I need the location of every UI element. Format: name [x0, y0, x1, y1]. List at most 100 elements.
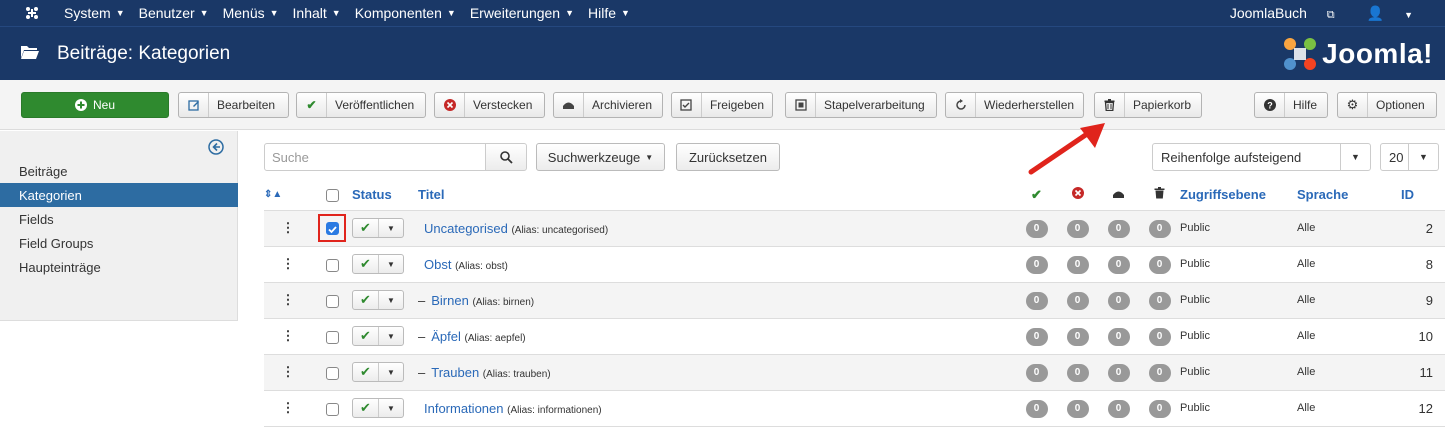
drag-handle-icon[interactable]: ⋮: [264, 317, 312, 354]
page-title: Beiträge: Kategorien: [57, 42, 231, 64]
published-count-badge[interactable]: 0: [1025, 291, 1048, 310]
unpublished-count-badge[interactable]: 0: [1066, 327, 1089, 346]
unpublished-count-badge[interactable]: 0: [1066, 219, 1089, 238]
drag-handle-icon[interactable]: ⋮: [264, 209, 312, 246]
rebuild-button[interactable]: Wiederherstellen: [945, 92, 1084, 118]
help-button[interactable]: ? Hilfe: [1254, 92, 1328, 118]
user-menu[interactable]: 👤 ▼: [1367, 5, 1429, 22]
status-header[interactable]: Status: [352, 180, 418, 210]
unpublished-count-badge[interactable]: 0: [1066, 399, 1089, 418]
row-checkbox[interactable]: [325, 330, 339, 344]
menu-components[interactable]: Komponenten ▼: [355, 5, 456, 21]
archive-icon: [1113, 191, 1124, 199]
menu-users[interactable]: Benutzer ▼: [139, 5, 209, 21]
folder-open-icon: [20, 44, 40, 63]
trashed-count-badge[interactable]: 0: [1148, 399, 1171, 418]
drag-handle-icon[interactable]: ⋮: [264, 389, 312, 427]
site-link[interactable]: JoomlaBuch ⧉: [1230, 5, 1351, 22]
row-checkbox[interactable]: [325, 366, 339, 380]
category-title-link[interactable]: Obst: [424, 257, 451, 272]
status-toggle[interactable]: ✔ ▼: [352, 218, 404, 238]
caret-down-icon: ▼: [115, 8, 125, 18]
unpublished-count-badge[interactable]: 0: [1066, 291, 1089, 310]
archived-count-badge[interactable]: 0: [1107, 255, 1130, 274]
category-title-link[interactable]: Äpfel: [431, 329, 461, 344]
publish-button[interactable]: ✔ Veröffentlichen: [296, 92, 426, 118]
status-toggle[interactable]: ✔ ▼: [352, 254, 404, 274]
sidebar-item-articles[interactable]: Beiträge: [0, 159, 238, 183]
drag-handle-icon[interactable]: ⋮: [264, 281, 312, 318]
published-count-badge[interactable]: 0: [1025, 363, 1048, 382]
category-title-link[interactable]: Informationen: [424, 401, 504, 416]
row-checkbox[interactable]: [325, 402, 339, 416]
category-title-link[interactable]: Birnen: [431, 293, 469, 308]
reset-button[interactable]: Zurücksetzen: [676, 143, 780, 171]
trashed-count-badge[interactable]: 0: [1148, 363, 1171, 382]
archived-count-badge[interactable]: 0: [1107, 219, 1130, 238]
unpublish-button[interactable]: Verstecken: [434, 92, 545, 118]
gear-icon: ⚙: [1338, 93, 1368, 117]
collapse-sidebar-icon[interactable]: [208, 139, 224, 158]
options-button[interactable]: ⚙ Optionen: [1337, 92, 1437, 118]
edit-button[interactable]: Bearbeiten: [178, 92, 289, 118]
published-count-badge[interactable]: 0: [1025, 399, 1048, 418]
refresh-icon: [946, 93, 976, 117]
id-header[interactable]: ID: [1401, 180, 1445, 210]
category-title-link[interactable]: Trauben: [431, 365, 479, 380]
menu-system[interactable]: System ▼: [64, 5, 125, 21]
checkmark-icon: ✔: [353, 255, 379, 273]
id-cell: 12: [1401, 389, 1445, 427]
search-tools-button[interactable]: Suchwerkzeuge ▼: [536, 143, 665, 171]
menu-extensions[interactable]: Erweiterungen ▼: [470, 5, 574, 21]
sidebar-item-field-groups[interactable]: Field Groups: [0, 231, 238, 255]
unpublished-count-badge[interactable]: 0: [1066, 255, 1089, 274]
select-all-checkbox[interactable]: [325, 189, 339, 203]
table-row: ⋮ ✔ ▼ Informationen (Alias: informationen…: [264, 389, 1445, 427]
language-header[interactable]: Sprache: [1297, 180, 1401, 210]
trashed-count-badge[interactable]: 0: [1148, 255, 1171, 274]
checkin-button[interactable]: Freigeben: [671, 92, 773, 118]
published-count-badge[interactable]: 0: [1025, 327, 1048, 346]
limit-select[interactable]: 20 ▼: [1380, 143, 1439, 171]
row-checkbox[interactable]: [325, 294, 339, 308]
search-button[interactable]: [485, 143, 527, 171]
archived-count-badge[interactable]: 0: [1107, 399, 1130, 418]
status-toggle[interactable]: ✔ ▼: [352, 290, 404, 310]
row-checkbox[interactable]: [325, 258, 339, 272]
trashed-count-badge[interactable]: 0: [1148, 219, 1171, 238]
archived-count-badge[interactable]: 0: [1107, 363, 1130, 382]
archive-button[interactable]: Archivieren: [553, 92, 663, 118]
new-button[interactable]: Neu: [21, 92, 169, 118]
joomla-brand: Joomla!: [1282, 36, 1433, 72]
category-title-link[interactable]: Uncategorised: [424, 221, 508, 236]
joomla-logo-icon[interactable]: [22, 6, 42, 20]
sort-ordering-header[interactable]: ⇕▲: [264, 180, 312, 210]
trash-button[interactable]: Papierkorb: [1094, 92, 1202, 118]
title-header[interactable]: Titel: [418, 180, 1016, 210]
trashed-count-badge[interactable]: 0: [1148, 327, 1171, 346]
sidebar-item-categories[interactable]: Kategorien: [0, 183, 238, 207]
trashed-count-badge[interactable]: 0: [1148, 291, 1171, 310]
row-checkbox[interactable]: [325, 221, 339, 235]
ordering-select[interactable]: Reihenfolge aufsteigend ▼: [1152, 143, 1371, 171]
published-count-badge[interactable]: 0: [1025, 219, 1048, 238]
published-count-badge[interactable]: 0: [1025, 255, 1048, 274]
archived-count-badge[interactable]: 0: [1107, 327, 1130, 346]
menu-help[interactable]: Hilfe ▼: [588, 5, 630, 21]
batch-button[interactable]: Stapelverarbeitung: [785, 92, 937, 118]
status-toggle[interactable]: ✔ ▼: [352, 398, 404, 418]
archived-count-badge[interactable]: 0: [1107, 291, 1130, 310]
search-input[interactable]: Suche: [264, 143, 486, 171]
status-toggle[interactable]: ✔ ▼: [352, 362, 404, 382]
unpublished-count-badge[interactable]: 0: [1066, 363, 1089, 382]
access-cell: Public: [1180, 317, 1297, 354]
menu-menus[interactable]: Menüs ▼: [223, 5, 279, 21]
drag-handle-icon[interactable]: ⋮: [264, 353, 312, 390]
access-header[interactable]: Zugriffsebene: [1180, 180, 1297, 210]
status-toggle[interactable]: ✔ ▼: [352, 326, 404, 346]
sidebar-item-featured[interactable]: Haupteinträge: [0, 255, 238, 279]
archive-icon: [554, 93, 584, 117]
sidebar-item-fields[interactable]: Fields: [0, 207, 238, 231]
menu-content[interactable]: Inhalt ▼: [293, 5, 341, 21]
drag-handle-icon[interactable]: ⋮: [264, 245, 312, 282]
